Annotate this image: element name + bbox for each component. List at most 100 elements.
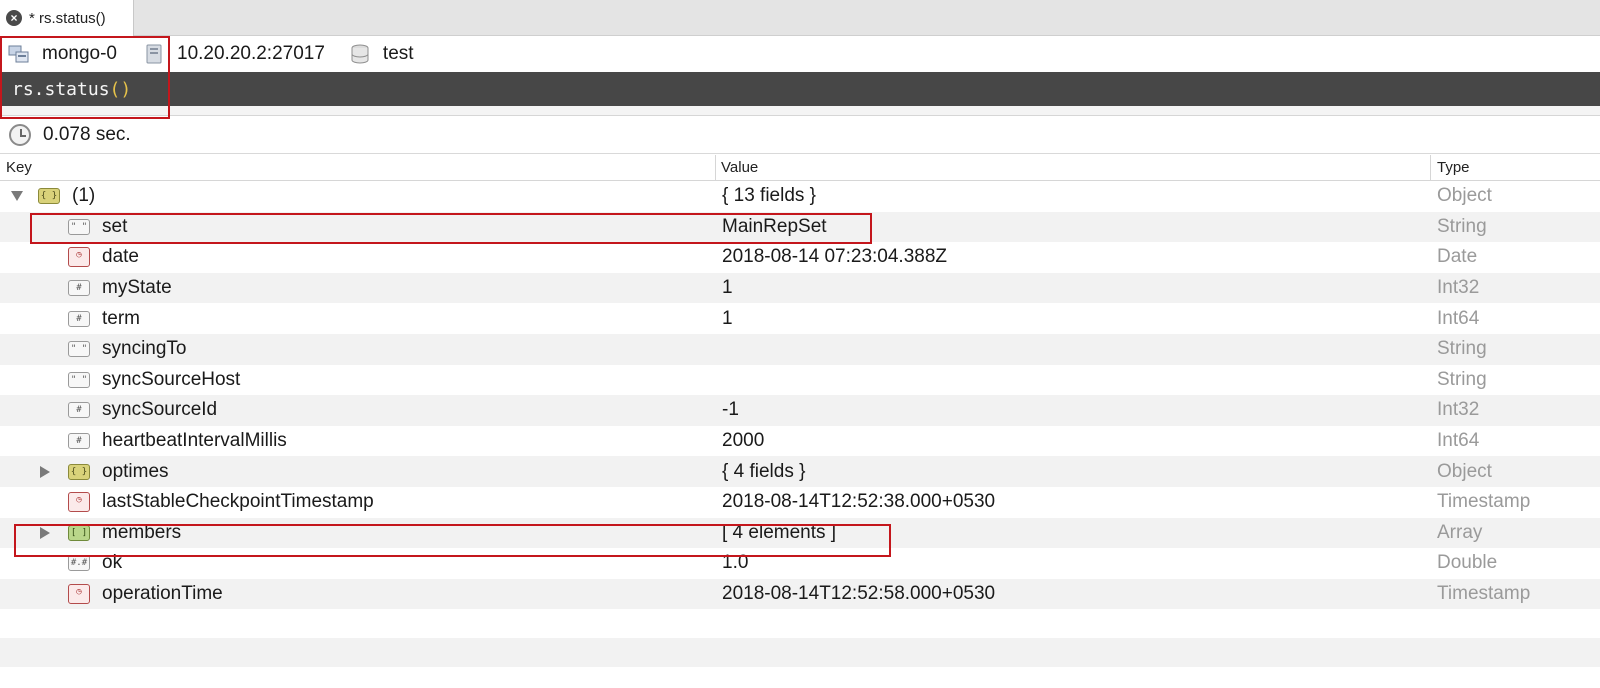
collapse-triangle-icon[interactable]: [11, 191, 23, 202]
row-key: optimes: [102, 460, 169, 482]
table-row[interactable]: [ ] members [ 4 elements ] Array: [0, 517, 1600, 549]
object-icon: { }: [68, 463, 90, 480]
table-row[interactable]: { } optimes { 4 fields } Object: [0, 456, 1600, 487]
row-key: heartbeatIntervalMillis: [102, 430, 287, 452]
host-icon: [146, 44, 162, 64]
server-item[interactable]: mongo-0: [8, 43, 117, 65]
row-value: 2000: [722, 430, 765, 452]
table-row[interactable]: #.# ok 1.0 Double: [0, 548, 1600, 579]
expand-triangle-icon[interactable]: [40, 526, 50, 539]
array-icon: [ ]: [68, 524, 90, 541]
close-icon[interactable]: ×: [6, 10, 22, 26]
date-icon: ◷: [68, 247, 90, 268]
tab-label: * rs.status(): [29, 9, 106, 27]
table-header: Key Value Type: [0, 155, 1600, 181]
connection-bar: mongo-0 10.20.20.2:27017 test: [0, 36, 1600, 72]
database-name: test: [382, 43, 414, 64]
row-type: Object: [1437, 460, 1492, 482]
row-type: Int32: [1437, 399, 1480, 421]
row-key: myState: [102, 277, 172, 299]
string-icon: " ": [68, 218, 90, 235]
tab-rs-status[interactable]: × * rs.status(): [0, 0, 134, 36]
editor-parens: (): [109, 78, 132, 100]
row-value: 1.0: [722, 552, 749, 574]
table-row[interactable]: # term 1 Int64: [0, 303, 1600, 334]
row-key: operationTime: [102, 583, 223, 605]
row-value: 2018-08-14T12:52:58.000+0530: [722, 583, 996, 605]
row-key: (1): [72, 185, 96, 207]
query-editor[interactable]: rs.status(): [0, 72, 1600, 106]
app-window: × * rs.status() mongo-0 10.20.20.2:27017: [0, 0, 1600, 688]
row-key: set: [102, 215, 128, 237]
row-type: String: [1437, 368, 1487, 390]
row-type: Double: [1437, 552, 1498, 574]
string-icon: " ": [68, 341, 90, 358]
row-value: 1: [722, 307, 733, 329]
row-value: { 4 fields }: [722, 460, 806, 482]
row-key: syncingTo: [102, 338, 187, 360]
double-icon: #.#: [68, 555, 90, 572]
string-icon: " ": [68, 371, 90, 388]
table-row[interactable]: # heartbeatIntervalMillis 2000 Int64: [0, 425, 1600, 457]
server-name: mongo-0: [42, 43, 117, 64]
row-value: MainRepSet: [722, 215, 827, 237]
host-address: 10.20.20.2:27017: [177, 43, 325, 64]
clock-icon: [9, 123, 31, 146]
row-key: ok: [102, 552, 123, 574]
row-value: [ 4 elements ]: [722, 521, 837, 543]
database-icon: [351, 44, 369, 64]
row-value: { 13 fields }: [722, 185, 817, 207]
table-row[interactable]: ◷ lastStableCheckpointTimestamp 2018-08-14…: [0, 486, 1600, 518]
editor-code: rs.status: [12, 78, 110, 100]
row-value: -1: [722, 399, 739, 421]
table-row[interactable]: { } (1) { 13 fields } Object: [0, 181, 1600, 212]
row-type: Date: [1437, 246, 1478, 268]
result-tree: { } (1) { 13 fields } Object " " set MainRepSe…: [0, 181, 1600, 668]
row-type: Int32: [1437, 277, 1480, 299]
execution-time: 0.078 sec.: [43, 123, 131, 145]
row-key: lastStableCheckpointTimestamp: [102, 491, 374, 513]
column-separator[interactable]: [715, 155, 716, 181]
number-icon: #: [68, 433, 90, 450]
table-row[interactable]: " " syncSourceHost String: [0, 364, 1600, 396]
row-type: Array: [1437, 521, 1483, 543]
row-key: syncSourceHost: [102, 368, 241, 390]
date-icon: ◷: [68, 492, 90, 513]
row-type: String: [1437, 338, 1487, 360]
empty-row: [0, 609, 1600, 639]
server-icon: [8, 45, 29, 63]
execution-time-bar: 0.078 sec.: [0, 116, 1600, 154]
column-header-value[interactable]: Value: [721, 159, 758, 176]
number-icon: #: [68, 280, 90, 297]
row-value: 1: [722, 277, 733, 299]
expand-triangle-icon[interactable]: [40, 465, 50, 478]
row-type: String: [1437, 215, 1487, 237]
row-type: Timestamp: [1437, 491, 1531, 513]
row-type: Timestamp: [1437, 583, 1531, 605]
host-item[interactable]: 10.20.20.2:27017: [143, 43, 325, 65]
row-type: Int64: [1437, 430, 1480, 452]
database-item[interactable]: test: [349, 43, 414, 65]
column-header-type[interactable]: Type: [1437, 159, 1470, 176]
row-key: syncSourceId: [102, 399, 218, 421]
row-type: Object: [1437, 185, 1492, 207]
object-icon: { }: [38, 188, 60, 205]
date-icon: ◷: [68, 584, 90, 605]
table-row[interactable]: # myState 1 Int32: [0, 272, 1600, 304]
column-header-key[interactable]: Key: [6, 159, 32, 176]
table-row[interactable]: # syncSourceId -1 Int32: [0, 395, 1600, 426]
column-separator[interactable]: [1430, 155, 1431, 181]
empty-row: [0, 638, 1600, 668]
row-value: 2018-08-14 07:23:04.388Z: [722, 246, 948, 268]
number-icon: #: [68, 310, 90, 327]
table-row[interactable]: ◷ date 2018-08-14 07:23:04.388Z Date: [0, 242, 1600, 273]
table-row[interactable]: " " syncingTo String: [0, 333, 1600, 365]
table-row[interactable]: ◷ operationTime 2018-08-14T12:52:58.000+05…: [0, 578, 1600, 610]
row-value: 2018-08-14T12:52:38.000+0530: [722, 491, 996, 513]
table-row[interactable]: " " set MainRepSet String: [0, 211, 1600, 243]
number-icon: #: [68, 402, 90, 419]
row-key: members: [102, 521, 182, 543]
row-key: term: [102, 307, 140, 329]
editor-divider: [0, 106, 1600, 116]
tab-strip: × * rs.status(): [0, 0, 1600, 36]
